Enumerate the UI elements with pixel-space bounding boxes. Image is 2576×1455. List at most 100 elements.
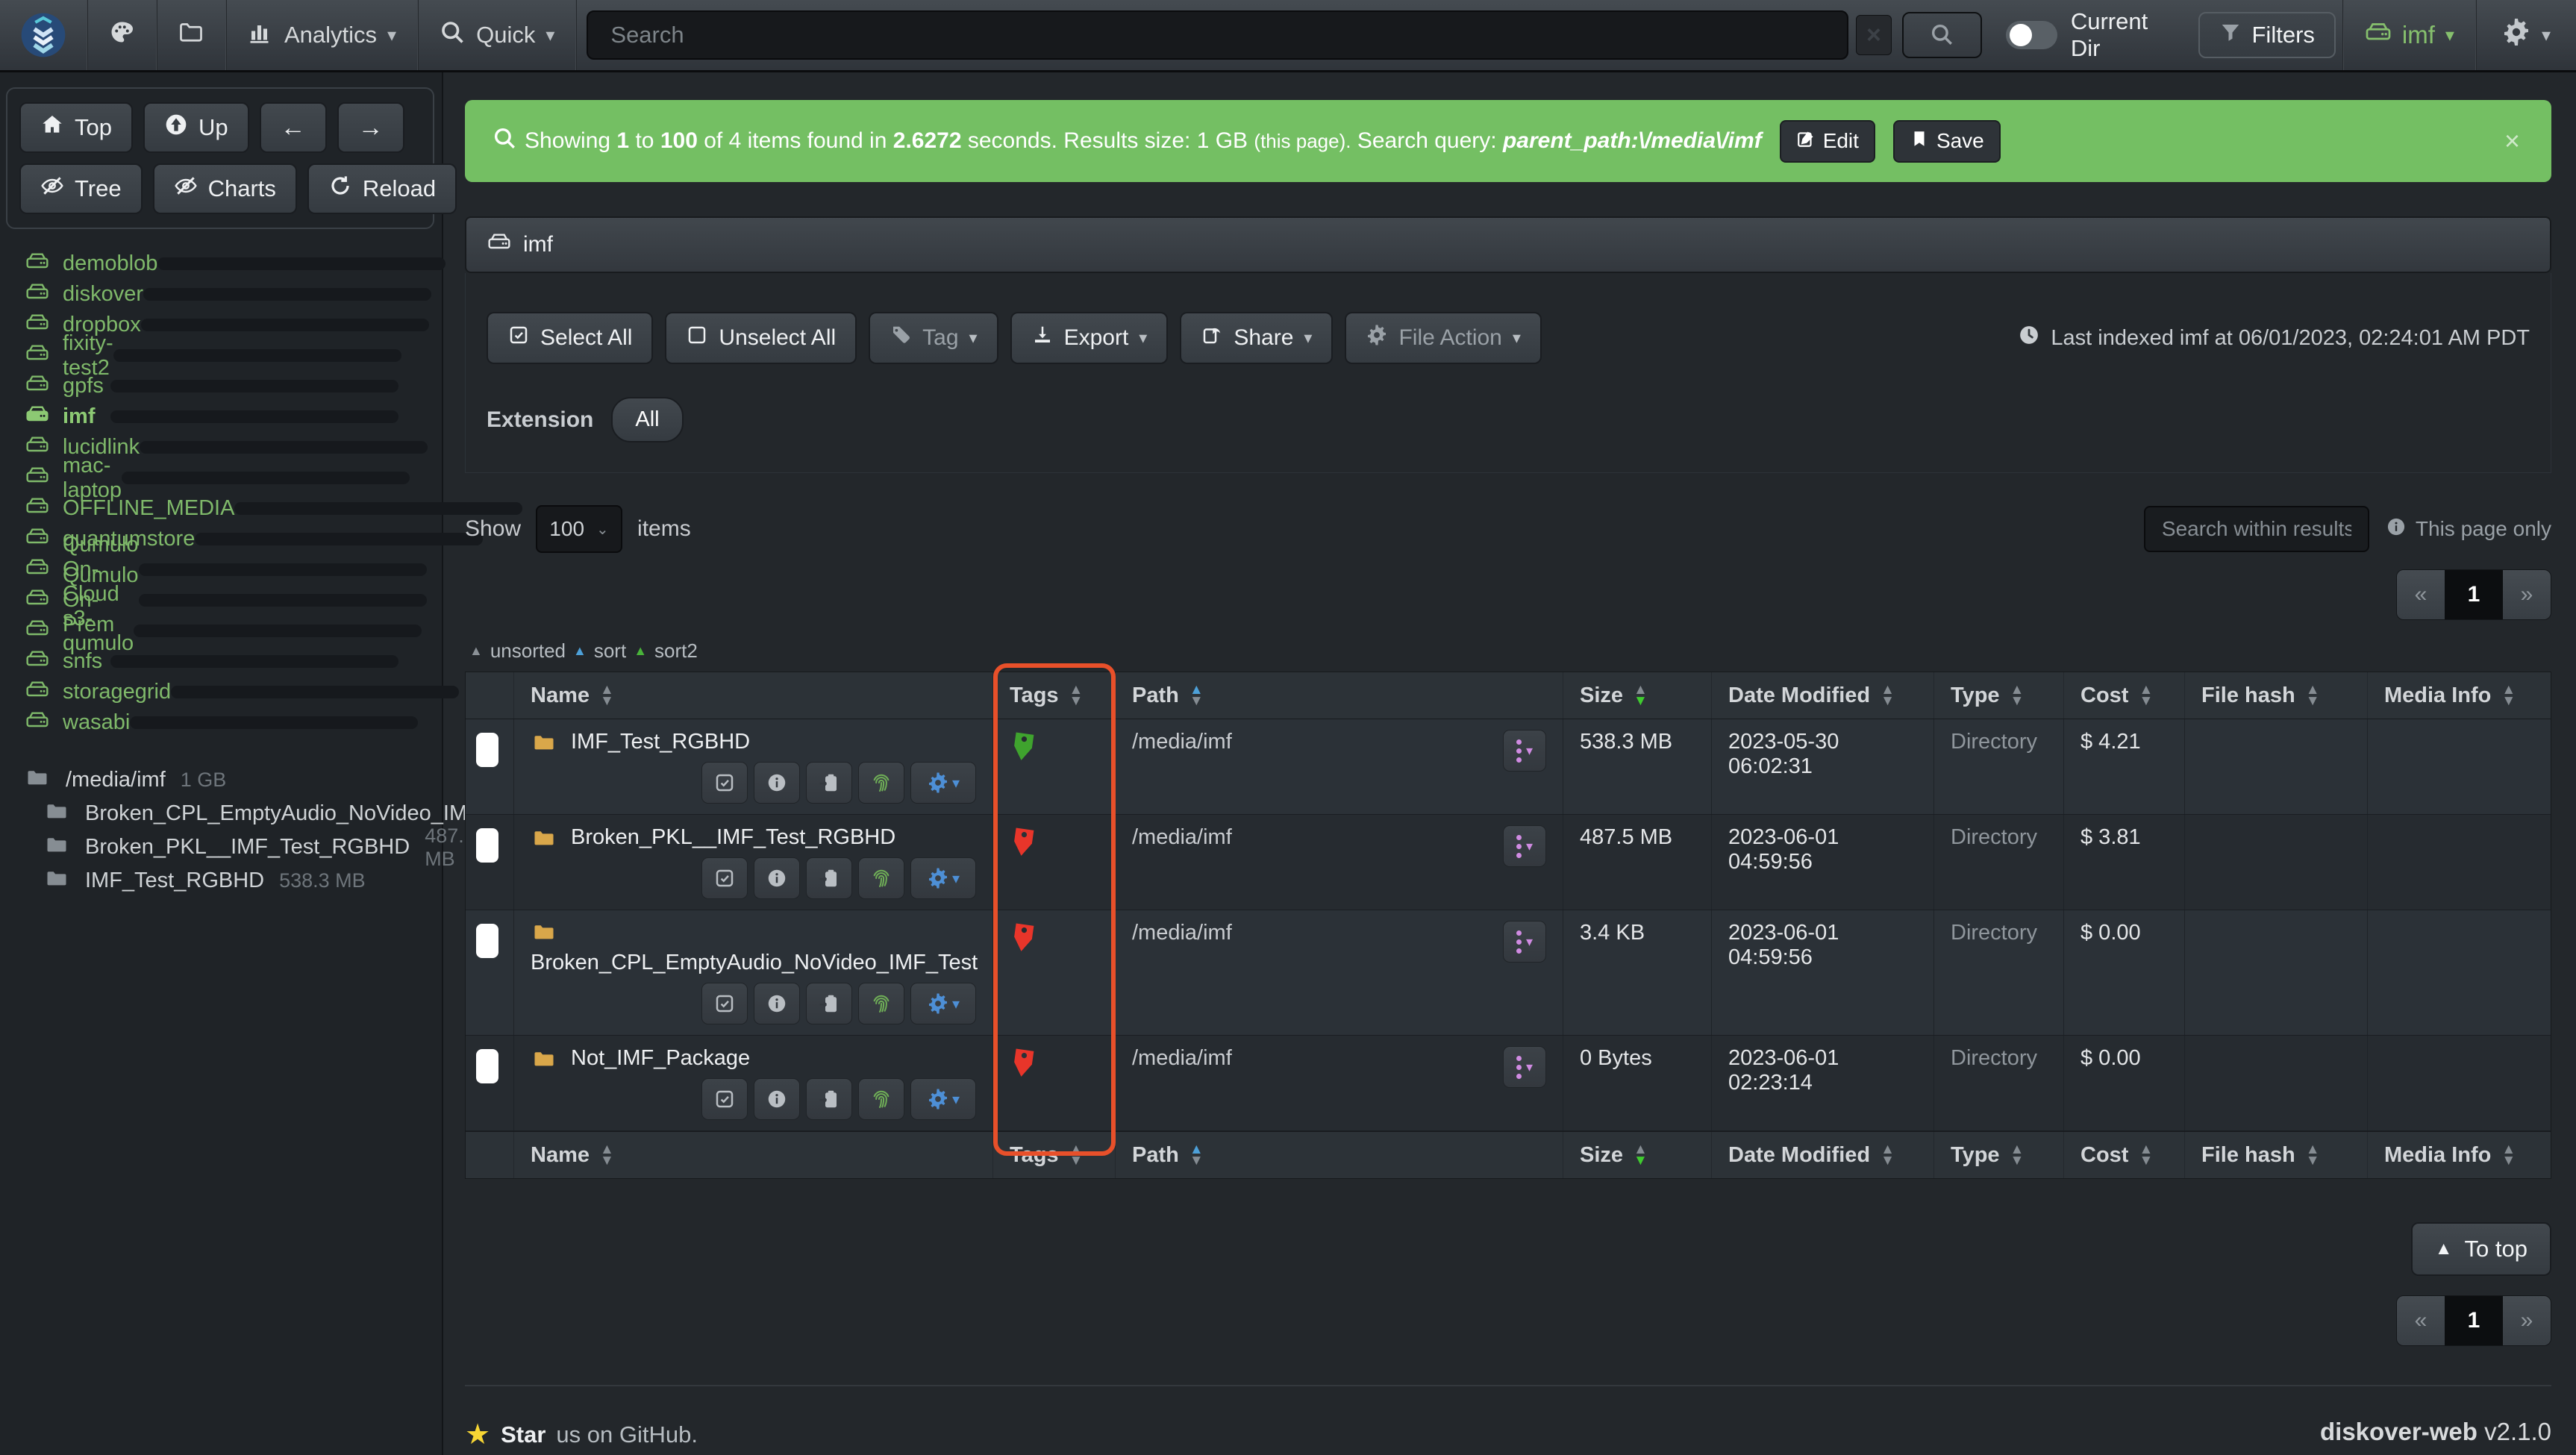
row-checkbox[interactable]: [476, 828, 498, 863]
file-path[interactable]: /media/imf: [1132, 825, 1232, 850]
clear-search-button[interactable]: ×: [1856, 15, 1891, 55]
sidebar-index-item[interactable]: diskover: [0, 279, 442, 310]
column-header[interactable]: Size ▲▼: [1563, 1132, 1712, 1178]
quick-menu[interactable]: Quick ▾: [418, 0, 576, 70]
file-name[interactable]: Broken_PKL__IMF_Test_RGBHD: [571, 825, 895, 850]
tag-icon[interactable]: [1010, 922, 1037, 960]
select-row-button[interactable]: [701, 983, 748, 1024]
select-row-button[interactable]: [701, 1078, 748, 1120]
select-row-button[interactable]: [701, 857, 748, 899]
sort-arrows-icon[interactable]: ▲▼: [2010, 1144, 2025, 1166]
tag-dropdown-button[interactable]: Tag ▾: [869, 312, 998, 364]
sort-arrows-icon[interactable]: ▲▼: [1189, 684, 1204, 707]
sort-arrows-icon[interactable]: ▲▼: [1881, 1144, 1895, 1166]
sort-link[interactable]: sort: [594, 639, 626, 663]
file-path[interactable]: /media/imf: [1132, 921, 1232, 945]
file-action-dropdown-button[interactable]: File Action ▾: [1345, 312, 1541, 364]
column-header[interactable]: Cost ▲▼: [2064, 672, 2185, 719]
toggle-switch[interactable]: [2006, 21, 2057, 49]
prev-page-button[interactable]: «: [2397, 1296, 2445, 1345]
tree-child-item[interactable]: Broken_PKL__IMF_Test_RGBHD 487.5 MB: [0, 830, 442, 864]
sort-arrows-icon[interactable]: ▲▼: [600, 1144, 614, 1166]
theme-menu[interactable]: [87, 0, 157, 70]
current-dir-toggle[interactable]: Current Dir: [1988, 0, 2190, 70]
column-header[interactable]: Type ▲▼: [1934, 672, 2064, 719]
fingerprint-button[interactable]: [858, 762, 904, 804]
directory-menu-button[interactable]: ▾: [1503, 921, 1546, 963]
info-button[interactable]: [754, 983, 800, 1024]
sidebar-index-item[interactable]: snfs: [0, 646, 442, 677]
github-star-line[interactable]: ★ Star us on GitHub.: [465, 1418, 698, 1451]
prev-page-button[interactable]: «: [2397, 570, 2445, 619]
copy-path-button[interactable]: [806, 983, 852, 1024]
sidebar-index-item[interactable]: demoblob: [0, 248, 442, 279]
extension-all-button[interactable]: All: [611, 397, 683, 442]
save-query-button[interactable]: Save: [1893, 120, 2001, 163]
current-page-button[interactable]: 1: [2445, 1296, 2503, 1345]
column-header[interactable]: Cost ▲▼: [2064, 1132, 2185, 1178]
items-per-page-select[interactable]: 100 ⌄: [536, 505, 622, 553]
forward-button[interactable]: →: [337, 102, 404, 153]
info-button[interactable]: [754, 762, 800, 804]
select-all-button[interactable]: Select All: [487, 312, 653, 364]
sort-arrows-icon[interactable]: ▲▼: [2139, 1144, 2153, 1166]
next-page-button[interactable]: »: [2503, 570, 2551, 619]
info-button[interactable]: [754, 857, 800, 899]
filters-button[interactable]: Filters: [2198, 12, 2336, 58]
sort-arrows-icon[interactable]: ▲▼: [1634, 1144, 1648, 1166]
sort-arrows-icon[interactable]: ▲▼: [2501, 1144, 2516, 1166]
sidebar-index-item[interactable]: gpfs: [0, 371, 442, 401]
search-submit-button[interactable]: [1902, 12, 1983, 58]
column-header[interactable]: Path ▲▼: [1116, 1132, 1563, 1178]
tag-icon[interactable]: [1010, 1048, 1037, 1085]
column-header[interactable]: Size ▲▼: [1563, 672, 1712, 719]
app-logo[interactable]: [0, 0, 87, 70]
analytics-menu[interactable]: Analytics ▾: [226, 0, 418, 70]
column-header[interactable]: Date Modified ▲▼: [1712, 672, 1934, 719]
file-path[interactable]: /media/imf: [1132, 1046, 1232, 1071]
tree-child-item[interactable]: IMF_Test_RGBHD 538.3 MB: [0, 864, 442, 898]
file-tree-menu[interactable]: [157, 0, 226, 70]
info-button[interactable]: [754, 1078, 800, 1120]
sort-arrows-icon[interactable]: ▲▼: [1189, 1144, 1204, 1166]
share-dropdown-button[interactable]: Share ▾: [1180, 312, 1333, 364]
fingerprint-button[interactable]: [858, 857, 904, 899]
row-actions-dropdown-button[interactable]: ▾: [910, 983, 976, 1024]
search-input[interactable]: [587, 10, 1848, 60]
settings-menu[interactable]: ▾: [2476, 0, 2576, 70]
tree-toggle-button[interactable]: Tree: [19, 163, 143, 214]
column-header[interactable]: Media Info ▲▼: [2368, 672, 2551, 719]
export-dropdown-button[interactable]: Export ▾: [1010, 312, 1169, 364]
copy-path-button[interactable]: [806, 1078, 852, 1120]
select-row-button[interactable]: [701, 762, 748, 804]
column-header[interactable]: Name ▲▼: [514, 1132, 993, 1178]
file-name[interactable]: IMF_Test_RGBHD: [571, 730, 750, 754]
top-button[interactable]: Top: [19, 102, 133, 153]
column-header[interactable]: Type ▲▼: [1934, 1132, 2064, 1178]
sidebar-index-item[interactable]: s3-qumulo: [0, 616, 442, 646]
copy-path-button[interactable]: [806, 857, 852, 899]
column-header[interactable]: Media Info ▲▼: [2368, 1132, 2551, 1178]
close-icon[interactable]: ×: [2500, 125, 2525, 157]
fingerprint-button[interactable]: [858, 1078, 904, 1120]
row-checkbox[interactable]: [476, 733, 498, 767]
sidebar-index-item[interactable]: OFFLINE_MEDIA: [0, 493, 442, 524]
column-header[interactable]: Path ▲▼: [1116, 672, 1563, 719]
to-top-button[interactable]: ▲ To top: [2411, 1222, 2551, 1276]
column-header[interactable]: Tags ▲▼: [993, 672, 1116, 719]
sort-arrows-icon[interactable]: ▲▼: [1069, 684, 1084, 707]
unselect-all-button[interactable]: Unselect All: [665, 312, 857, 364]
tag-icon[interactable]: [1010, 731, 1037, 769]
up-button[interactable]: Up: [143, 102, 249, 153]
sidebar-index-item[interactable]: wasabi: [0, 707, 442, 738]
index-selector[interactable]: imf ▾: [2343, 0, 2476, 70]
edit-query-button[interactable]: Edit: [1780, 120, 1875, 163]
sidebar-index-item[interactable]: imf: [0, 401, 442, 432]
sort-arrows-icon[interactable]: ▲▼: [2010, 684, 2025, 707]
directory-menu-button[interactable]: ▾: [1503, 1046, 1546, 1088]
sort-arrows-icon[interactable]: ▲▼: [2306, 684, 2320, 707]
fingerprint-button[interactable]: [858, 983, 904, 1024]
sort-arrows-icon[interactable]: ▲▼: [2501, 684, 2516, 707]
next-page-button[interactable]: »: [2503, 1296, 2551, 1345]
row-checkbox[interactable]: [476, 924, 498, 958]
